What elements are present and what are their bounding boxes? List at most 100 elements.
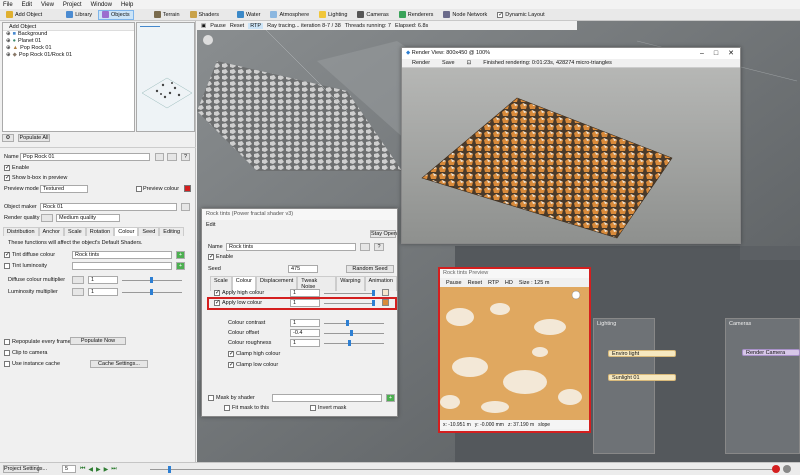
vp-rtp-button[interactable]: RTP	[248, 22, 264, 29]
tab-seed[interactable]: Seed	[138, 227, 160, 236]
render-image[interactable]	[402, 68, 740, 243]
menu-project[interactable]: Project	[63, 2, 82, 8]
sunlight-node[interactable]: Sunlight 01	[608, 374, 676, 381]
vp-reset-button[interactable]: Reset	[230, 23, 244, 29]
tree-item[interactable]: ⊕ ▲ Pop Rock 01	[3, 45, 134, 52]
mask-by-shader-checkbox[interactable]	[208, 395, 214, 401]
water-tab[interactable]: Water	[233, 10, 264, 20]
object-name-field[interactable]: Pop Rock 01	[20, 153, 150, 161]
cameras-group[interactable]: Cameras	[725, 318, 800, 454]
high-colour-field[interactable]: 1	[290, 289, 320, 297]
low-colour-swatch[interactable]	[382, 299, 389, 306]
fit-mask-checkbox[interactable]	[224, 405, 230, 411]
populate-all-button[interactable]: Populate All	[18, 134, 50, 142]
low-colour-field[interactable]: 1	[290, 299, 320, 307]
roughness-slider-thumb[interactable]	[348, 340, 351, 346]
preview-mode-select[interactable]: Textured	[40, 185, 88, 193]
tree-item[interactable]: ⊕ ◆ Pop Rock 01/Rock 01	[3, 52, 134, 59]
lighting-tab[interactable]: Lighting	[315, 10, 351, 20]
diffuse-multiplier-field[interactable]: 1	[88, 276, 118, 284]
step-forward-icon[interactable]: ▶	[104, 466, 109, 473]
mask-shader-field[interactable]	[272, 394, 382, 402]
preview-image[interactable]	[440, 287, 589, 420]
tab-editing[interactable]: Editing	[159, 227, 185, 236]
render-view-titlebar[interactable]: ◆ Render View: 800x450 @ 100% – □ ✕	[402, 48, 740, 59]
clamp-low-checkbox[interactable]	[228, 361, 234, 368]
timeline[interactable]	[150, 469, 780, 470]
lighting-group[interactable]: Lighting	[593, 318, 655, 454]
add-shader-button[interactable]: +	[176, 251, 185, 259]
expand-icon[interactable]: ⊕	[6, 52, 11, 59]
cameras-tab[interactable]: Cameras	[353, 10, 392, 20]
seed-field[interactable]: 475	[288, 265, 318, 273]
lum-mult-mode-button[interactable]	[72, 288, 84, 296]
node-button[interactable]	[155, 153, 164, 161]
object-maker-node-button[interactable]	[181, 203, 190, 211]
luminosity-slider-thumb[interactable]	[150, 289, 153, 295]
dynamic-layout-checkbox[interactable]	[497, 11, 503, 18]
preview-reset-button[interactable]: Reset	[468, 280, 482, 286]
frame-field[interactable]: 5	[62, 465, 76, 473]
shaders-tab[interactable]: Shaders	[186, 10, 224, 20]
diffuse-mult-mode-button[interactable]	[72, 276, 84, 284]
shader-help-button[interactable]: ?	[374, 243, 384, 251]
tab-distribution[interactable]: Distribution	[3, 227, 39, 236]
add-mask-button[interactable]: +	[386, 394, 395, 402]
invert-mask-checkbox[interactable]	[310, 405, 316, 411]
tab-animation[interactable]: Animation	[364, 276, 397, 291]
timeline-thumb[interactable]	[168, 466, 171, 473]
quality-icon-button[interactable]	[41, 214, 53, 222]
tab-scale[interactable]: Scale	[210, 276, 232, 291]
high-colour-swatch[interactable]	[382, 289, 389, 296]
menu-edit[interactable]: Edit	[22, 2, 32, 8]
add-object-header[interactable]: Add Object	[3, 23, 134, 31]
rewind-icon[interactable]: ⏮	[80, 466, 85, 473]
cache-settings-button[interactable]: Cache Settings...	[90, 360, 148, 368]
colour-offset-field[interactable]: -0.4	[290, 329, 320, 337]
preview-pause-button[interactable]: Pause	[446, 280, 462, 286]
populate-now-button[interactable]: Populate Now	[70, 337, 126, 345]
tab-warping[interactable]: Warping	[336, 276, 365, 291]
menu-help[interactable]: Help	[121, 2, 133, 8]
render-menu[interactable]: Render	[412, 60, 430, 66]
diffuse-slider-thumb[interactable]	[150, 277, 153, 283]
tint-diffuse-checkbox[interactable]	[4, 251, 10, 258]
menu-window[interactable]: Window	[91, 2, 112, 8]
roughness-slider[interactable]	[324, 343, 384, 344]
tint-luminosity-field[interactable]	[72, 262, 172, 270]
node-network-tab[interactable]: Node Network	[439, 10, 491, 20]
tint-diffuse-field[interactable]: Rock tints	[72, 251, 172, 259]
record-icon[interactable]	[772, 465, 780, 473]
tint-luminosity-checkbox[interactable]	[4, 263, 10, 269]
clamp-high-checkbox[interactable]	[228, 350, 234, 357]
step-back-icon[interactable]: ◀	[88, 466, 93, 473]
dynamic-layout-toggle[interactable]: Dynamic Layout	[493, 10, 548, 20]
expand-icon[interactable]: ⊕	[6, 38, 11, 45]
shader-name-field[interactable]: Rock tints	[226, 243, 356, 251]
tree-item[interactable]: ⊕ ● Planet 01	[3, 38, 134, 45]
enviro-light-node[interactable]: Enviro light	[608, 350, 676, 357]
offset-slider[interactable]	[324, 333, 384, 334]
tab-colour[interactable]: Colour	[231, 276, 256, 291]
object-3d-preview[interactable]	[136, 22, 195, 132]
tab-colour[interactable]: Colour	[114, 227, 139, 236]
camera-icon[interactable]: ▣	[201, 23, 206, 29]
random-seed-button[interactable]: Random Seed	[346, 265, 394, 273]
atmosphere-tab[interactable]: Atmosphere	[266, 10, 313, 20]
preview-titlebar[interactable]: Rock tints Preview	[440, 269, 589, 278]
zoom-fit-icon[interactable]: ⊡	[467, 60, 472, 66]
apply-high-checkbox[interactable]	[214, 289, 220, 296]
edit-menu[interactable]: Edit	[206, 222, 215, 228]
clip-camera-checkbox[interactable]	[4, 350, 10, 356]
shader-node-button[interactable]	[360, 243, 370, 251]
maximize-icon[interactable]: □	[714, 48, 718, 59]
renderers-tab[interactable]: Renderers	[395, 10, 438, 20]
expand-icon[interactable]: ⊕	[6, 31, 11, 38]
render-camera-node[interactable]: Render Camera	[742, 349, 800, 356]
add-object-button[interactable]: Add Object	[2, 10, 46, 20]
object-maker-field[interactable]: Rock 01	[40, 203, 177, 211]
menu-file[interactable]: File	[3, 2, 13, 8]
add-luminosity-shader-button[interactable]: +	[176, 262, 185, 270]
gear-button[interactable]: ⚙	[2, 134, 14, 142]
shader-editor-titlebar[interactable]: Rock tints (Power fractal shader v3)	[202, 209, 397, 220]
